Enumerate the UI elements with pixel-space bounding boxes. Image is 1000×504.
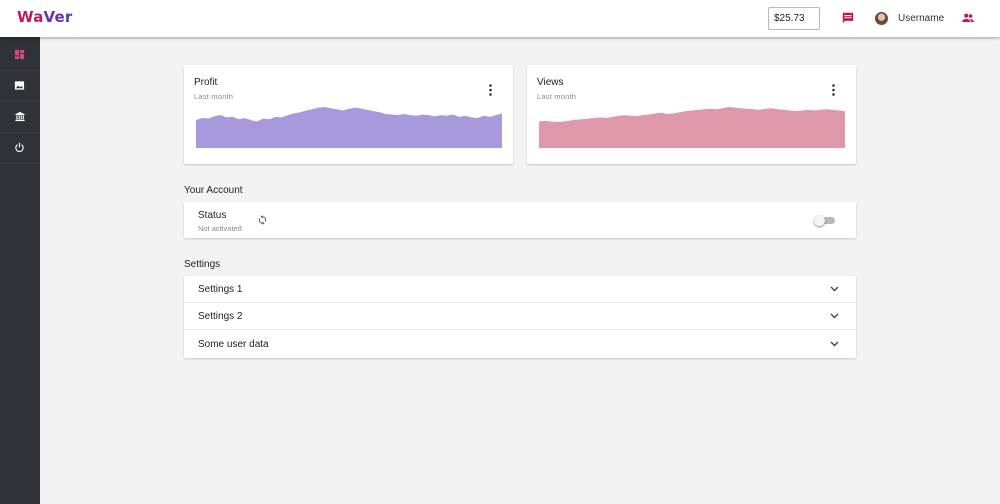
settings-row-label: Settings 1	[198, 284, 243, 295]
chevron-down-icon	[830, 341, 839, 347]
avatar[interactable]	[875, 12, 888, 25]
status-card: Status Not activated	[184, 202, 856, 238]
views-card: Views Last month	[527, 65, 856, 164]
settings-row-label: Some user data	[198, 339, 269, 350]
card-title: Profit	[194, 77, 218, 88]
bank-icon	[15, 111, 25, 122]
balance-field[interactable]: $25.73	[768, 7, 820, 30]
more-vert-icon[interactable]	[489, 84, 492, 96]
sidebar-item-dashboard[interactable]	[0, 41, 40, 71]
refresh-icon[interactable]	[257, 214, 268, 226]
card-title: Views	[537, 77, 564, 88]
chevron-down-icon	[830, 286, 839, 292]
chat-icon[interactable]	[841, 11, 855, 25]
status-value: Not activated	[198, 224, 242, 233]
settings-row-label: Settings 2	[198, 311, 243, 322]
username[interactable]: Username	[898, 13, 944, 24]
image-icon	[14, 81, 25, 90]
activation-toggle[interactable]	[814, 215, 835, 226]
more-vert-icon[interactable]	[832, 84, 835, 96]
settings-row[interactable]: Some user data	[184, 331, 856, 358]
account-section-label: Your Account	[184, 185, 243, 196]
settings-row[interactable]: Settings 2	[184, 303, 856, 330]
sidebar	[0, 37, 40, 504]
views-chart	[539, 107, 845, 148]
dashboard-icon	[14, 49, 25, 60]
settings-section-label: Settings	[184, 259, 221, 270]
logo[interactable]: WaVer	[17, 8, 73, 26]
views-area	[539, 107, 845, 148]
profit-chart	[196, 107, 502, 148]
card-subtitle: Last month	[194, 92, 234, 101]
status-title: Status	[198, 210, 227, 221]
profit-card: Profit Last month	[184, 65, 513, 164]
power-icon	[15, 142, 24, 153]
logo-part2: Ver	[43, 8, 73, 26]
card-subtitle: Last month	[537, 92, 577, 101]
sidebar-item-bank[interactable]	[0, 103, 40, 133]
users-icon[interactable]	[961, 11, 975, 25]
toggle-thumb	[814, 215, 825, 226]
chevron-down-icon	[830, 313, 839, 319]
settings-list: Settings 1 Settings 2 Some user data	[184, 276, 856, 358]
sidebar-item-logout[interactable]	[0, 134, 40, 164]
top-bar: WaVer $25.73 Username	[0, 0, 1000, 37]
sidebar-item-images[interactable]	[0, 72, 40, 102]
profit-area	[196, 107, 502, 148]
settings-row[interactable]: Settings 1	[184, 276, 856, 303]
logo-part1: Wa	[17, 8, 44, 26]
